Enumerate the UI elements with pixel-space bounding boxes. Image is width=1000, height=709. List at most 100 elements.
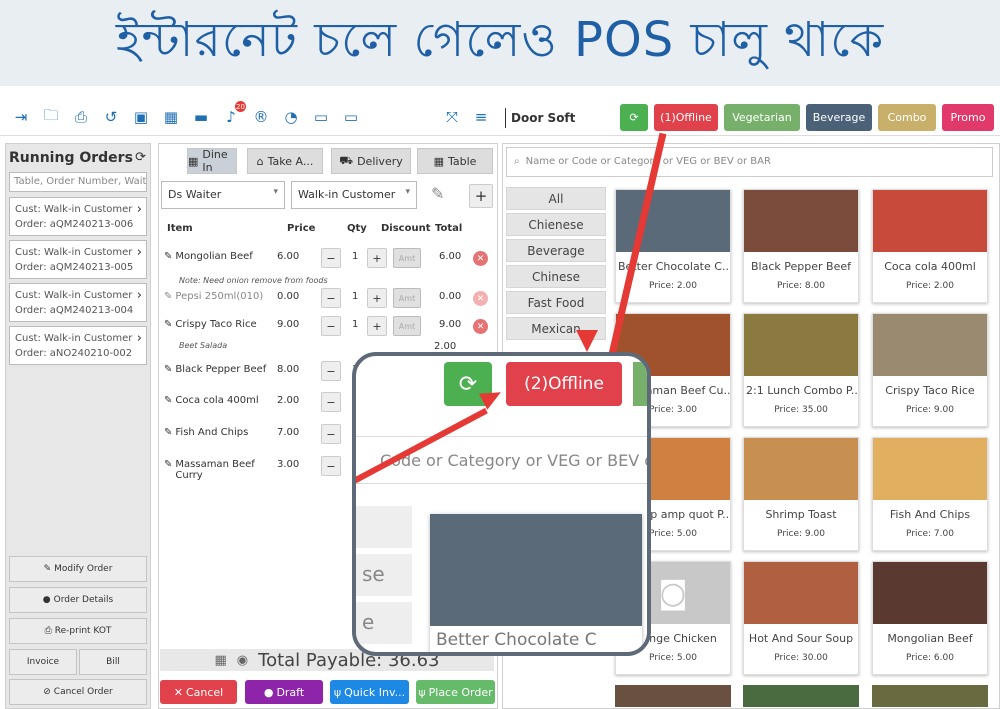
quick-invoice-button[interactable]: ψ Quick Inv... — [330, 680, 409, 704]
running-order-card[interactable]: Cust: Walk-in Customer Order: aNO240210-0… — [9, 326, 147, 365]
desktop-icon[interactable]: ▭ — [340, 106, 362, 128]
offline-button[interactable]: (1)Offline — [654, 104, 718, 131]
order-details-button[interactable]: ● Order Details — [9, 587, 147, 613]
qty-minus-button[interactable]: − — [321, 361, 341, 381]
eye-icon[interactable]: ◉ — [237, 653, 248, 668]
cart-item-name[interactable]: ✎ Fish And Chips — [164, 427, 248, 438]
cart-item-name[interactable]: ✎ Massaman Beef Curry — [164, 459, 255, 481]
banner-title: ইন্টারনেট চলে গেলেও POS চালু থাকে — [115, 11, 885, 68]
zoom-offline-button: (2)Offline — [506, 362, 622, 406]
bill-button[interactable]: Bill — [79, 649, 147, 675]
qty-minus-button[interactable]: − — [321, 392, 341, 412]
combo-button[interactable]: Combo — [878, 104, 936, 131]
remove-item-button[interactable]: ✕ — [473, 291, 488, 306]
grid-icon[interactable]: ▦ — [160, 106, 182, 128]
discount-input[interactable]: Amt — [393, 248, 421, 268]
refresh-icon[interactable]: ⟳ — [135, 150, 146, 165]
draft-button[interactable]: ● Draft — [245, 680, 323, 704]
cart-item-name[interactable]: ✎ Coca cola 400ml — [164, 395, 259, 406]
fullscreen-icon[interactable]: ⤧ — [441, 106, 463, 128]
beverage-button[interactable]: Beverage — [806, 104, 872, 131]
product-card[interactable]: Fish And Chips Price: 7.00 — [872, 437, 988, 551]
remove-item-button[interactable]: ✕ — [473, 319, 488, 334]
add-customer-button[interactable]: + — [469, 184, 493, 208]
menu-icon[interactable]: ≡ — [470, 106, 492, 128]
reprint-kot-button[interactable]: ⎙ Re-print KOT — [9, 618, 147, 644]
category-all[interactable]: All — [506, 187, 606, 210]
cart-item-name[interactable]: ✎ Crispy Taco Rice — [164, 319, 257, 330]
modify-order-button[interactable]: ✎ Modify Order — [9, 556, 147, 582]
qty-minus-button[interactable]: − — [321, 456, 341, 476]
registered-icon[interactable]: ® — [250, 106, 272, 128]
vegetarian-button[interactable]: Vegetarian — [724, 104, 800, 131]
category-fast-food[interactable]: Fast Food — [506, 291, 606, 314]
qty-plus-button[interactable]: + — [367, 288, 387, 308]
header-total: Total — [435, 223, 463, 234]
remove-item-button[interactable]: ✕ — [473, 251, 488, 266]
logout-icon[interactable]: ⇥ — [10, 106, 32, 128]
cart-item-name[interactable]: ✎ Pepsi 250ml(010) — [164, 291, 263, 302]
product-card[interactable]: Hot And Sour Soup Price: 30.00 — [743, 561, 859, 675]
tab-table[interactable]: ▦ Table — [417, 148, 493, 174]
cart-item-total: 9.00 — [439, 319, 462, 330]
banner: ইন্টারনেট চলে গেলেও POS চালু থাকে — [0, 0, 1000, 86]
history-icon[interactable]: ↺ — [100, 106, 122, 128]
discount-input[interactable]: Amt — [393, 316, 421, 336]
customer-select[interactable]: Walk-in Customer ▾ — [291, 181, 417, 209]
printer-icon[interactable]: ⎙ — [70, 106, 92, 128]
tab-dine-in[interactable]: ▦ Dine In — [187, 148, 237, 174]
running-orders-title: Running Orders — [9, 150, 133, 166]
running-order-card[interactable]: Cust: Walk-in Customer Order: aQM240213-0… — [9, 197, 147, 236]
cancel-order-button[interactable]: ⊘ Cancel Order — [9, 679, 147, 705]
qty-plus-button[interactable]: + — [367, 248, 387, 268]
waiter-select[interactable]: Ds Waiter ▾ — [161, 181, 285, 209]
running-order-card[interactable]: Cust: Walk-in Customer Order: aQM240213-0… — [9, 283, 147, 322]
product-search-input[interactable]: ⌕ Name or Code or Category or VEG or BEV … — [506, 147, 993, 177]
zoom-category: se — [356, 554, 412, 596]
dashboard-icon[interactable]: ◔ — [280, 106, 302, 128]
zoom-product-image — [430, 514, 642, 626]
cart-item-name[interactable]: ✎ Black Pepper Beef — [164, 364, 266, 375]
qty-minus-button[interactable]: − — [321, 316, 341, 336]
monitor-icon[interactable]: ▭ — [310, 106, 332, 128]
qty-minus-button[interactable]: − — [321, 248, 341, 268]
category-beverage[interactable]: Beverage — [506, 239, 606, 262]
cart-item-price: 0.00 — [277, 291, 300, 302]
edit-icon: ✎ — [164, 251, 173, 262]
draft-icon: ● — [263, 685, 274, 699]
product-card[interactable]: Shrimp Toast Price: 9.00 — [743, 437, 859, 551]
edit-icon: ✎ — [164, 395, 173, 406]
qty-plus-button[interactable]: + — [367, 316, 387, 336]
bag-icon[interactable]: ▣ — [130, 106, 152, 128]
tab-take-away[interactable]: ⌂ Take A... — [247, 148, 323, 174]
category-chienese[interactable]: Chienese — [506, 213, 606, 236]
header-price: Price — [287, 223, 316, 234]
calendar-icon[interactable]: ▦ — [215, 653, 227, 668]
product-card[interactable]: Black Pepper Beef Price: 8.00 — [743, 189, 859, 303]
edit-icon: ✎ — [164, 427, 173, 438]
cancel-button[interactable]: ✕ Cancel — [160, 680, 237, 704]
bell-icon[interactable]: ♪ 20 — [220, 101, 246, 128]
edit-customer-icon[interactable]: ✎ — [431, 184, 444, 203]
chevron-right-icon: › — [136, 202, 142, 217]
product-card[interactable]: Mongolian Beef Price: 6.00 — [872, 561, 988, 675]
qty-minus-button[interactable]: − — [321, 424, 341, 444]
tab-delivery[interactable]: ⛟ Delivery — [331, 148, 411, 174]
qty-minus-button[interactable]: − — [321, 288, 341, 308]
sync-button[interactable]: ⟳ — [620, 104, 648, 131]
product-card[interactable]: Coca cola 400ml Price: 2.00 — [872, 189, 988, 303]
cart-item-name[interactable]: ✎ Mongolian Beef — [164, 251, 253, 262]
promo-button[interactable]: Promo — [942, 104, 994, 131]
running-orders-search[interactable]: Table, Order Number, Waiter — [9, 172, 147, 192]
category-chinese[interactable]: Chinese — [506, 265, 606, 288]
product-image — [744, 190, 858, 252]
place-order-button[interactable]: ψ Place Order — [416, 680, 495, 704]
discount-input[interactable]: Amt — [393, 288, 421, 308]
invoice-button[interactable]: Invoice — [9, 649, 77, 675]
edit-icon: ✎ — [164, 319, 173, 330]
running-order-card[interactable]: Cust: Walk-in Customer Order: aQM240213-0… — [9, 240, 147, 279]
folder-icon[interactable]: 🗀 — [40, 106, 62, 128]
product-card[interactable]: 2:1 Lunch Combo P... Price: 35.00 — [743, 313, 859, 427]
card-icon[interactable]: ▬ — [190, 106, 212, 128]
product-card[interactable]: Crispy Taco Rice Price: 9.00 — [872, 313, 988, 427]
